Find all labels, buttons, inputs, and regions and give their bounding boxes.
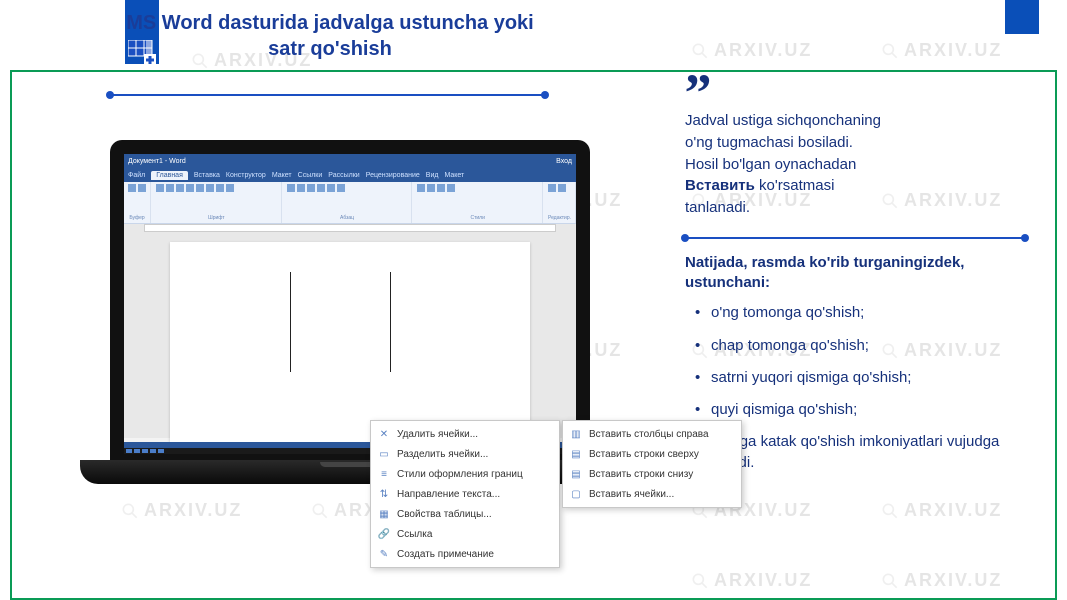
table-add-icon [128, 40, 158, 71]
doc-title: Документ1 - Word [128, 158, 186, 165]
direction-icon: ⇅ [377, 487, 391, 501]
menu-label: Свойства таблицы... [397, 509, 492, 520]
document-page [170, 242, 530, 442]
ribbon-group-label: Абзац [287, 215, 408, 221]
ribbon-group-label: Стили [417, 215, 538, 221]
menu-label: Вставить строки сверху [589, 449, 699, 460]
menu-item-text-direction[interactable]: ⇅ Направление текста... [371, 484, 559, 504]
menu-item-border-styles[interactable]: ≡ Стили оформления границ [371, 464, 559, 484]
menu-label: Стили оформления границ [397, 469, 523, 480]
menu-item-insert-col-right[interactable]: ▥ Вставить столбцы справа [563, 424, 741, 444]
ribbon: Буфер Шрифт Абзац Стили Редактир. [124, 182, 576, 224]
tab[interactable]: Макет [444, 172, 464, 179]
delete-icon: ✕ [377, 427, 391, 441]
account-label: Вход [556, 158, 572, 165]
tab[interactable]: Файл [128, 172, 145, 179]
menu-label: Направление текста... [397, 489, 500, 500]
menu-label: Удалить ячейки... [397, 429, 478, 440]
col-right-icon: ▥ [569, 427, 583, 441]
row-below-icon: ▤ [569, 467, 583, 481]
ribbon-group-label: Редактир. [548, 215, 571, 221]
title-divider [110, 94, 545, 96]
document-area [124, 224, 576, 438]
menu-item-split-cells[interactable]: ▭ Разделить ячейки... [371, 444, 559, 464]
context-menu-insert: ▥ Вставить столбцы справа ▤ Вставить строк… [562, 420, 742, 508]
quote-icon: „ [685, 34, 712, 96]
menu-label: Вставить ячейки... [589, 489, 674, 500]
context-menu-main: ✕Удалить ячейки... ▭Разделить ячейки... … [370, 420, 560, 568]
tab[interactable]: Макет [272, 172, 292, 179]
sidebar-panel: „ Jadval ustiga sichqonchaning o'ng tugm… [667, 0, 1067, 600]
ribbon-group-label: Шрифт [156, 215, 277, 221]
border-icon: ≡ [377, 467, 391, 481]
link-icon: 🔗 [377, 527, 391, 541]
menu-item-insert-row-below[interactable]: ▤ Вставить строки снизу [563, 464, 741, 484]
tab[interactable]: Рецензирование [366, 172, 420, 179]
comment-icon: ✎ [377, 547, 391, 561]
properties-icon: ▦ [377, 507, 391, 521]
menu-item-delete-cells[interactable]: ✕ Удалить ячейки... [371, 424, 559, 444]
menu-item-insert-row-above[interactable]: ▤ Вставить строки сверху [563, 444, 741, 464]
menu-item-table-props[interactable]: ▦ Свойства таблицы... [371, 504, 559, 524]
menu-label: Вставить столбцы справа [589, 429, 709, 440]
tab[interactable]: Рассылки [328, 172, 359, 179]
menu-label: Ссылка [397, 529, 432, 540]
page-title: MS Word dasturida jadvalga ustuncha yoki… [120, 10, 540, 62]
menu-label: Разделить ячейки... [397, 449, 488, 460]
menu-label: Вставить строки снизу [589, 469, 693, 480]
list-item: quyi qismiga qo'shish; [689, 400, 1039, 420]
menu-item-insert-cells[interactable]: ▢ Вставить ячейки... [563, 484, 741, 504]
list-item: chap tomonga qo'shish; [689, 336, 1039, 356]
divider [685, 237, 1025, 239]
tab[interactable]: Ссылки [298, 172, 323, 179]
tab-active[interactable]: Главная [151, 171, 188, 180]
tab[interactable]: Конструктор [226, 172, 266, 179]
menu-item-link[interactable]: 🔗 Ссылка [371, 524, 559, 544]
split-icon: ▭ [377, 447, 391, 461]
ruler [144, 224, 556, 232]
list-item: satrni yuqori qismiga qo'shish; [689, 368, 1039, 388]
menu-item-comment[interactable]: ✎ Создать примечание [371, 544, 559, 564]
cells-icon: ▢ [569, 487, 583, 501]
tab[interactable]: Вставка [194, 172, 220, 179]
row-above-icon: ▤ [569, 447, 583, 461]
tab[interactable]: Вид [426, 172, 439, 179]
word-app-screenshot: Документ1 - Word Вход Файл Главная Встав… [124, 154, 576, 454]
ribbon-tabs: Файл Главная Вставка Конструктор Макет С… [124, 168, 576, 182]
result-heading: Natijada, rasmda ko'rib turganingizdek, … [685, 253, 1039, 294]
decorative-bar [1005, 0, 1039, 34]
intro-text: Jadval ustiga sichqonchaning o'ng tugmac… [685, 110, 1039, 219]
menu-label: Создать примечание [397, 549, 494, 560]
list-item: o'ng tomonga qo'shish; [689, 303, 1039, 323]
word-titlebar: Документ1 - Word Вход [124, 154, 576, 168]
ribbon-group-label: Буфер [128, 215, 146, 221]
